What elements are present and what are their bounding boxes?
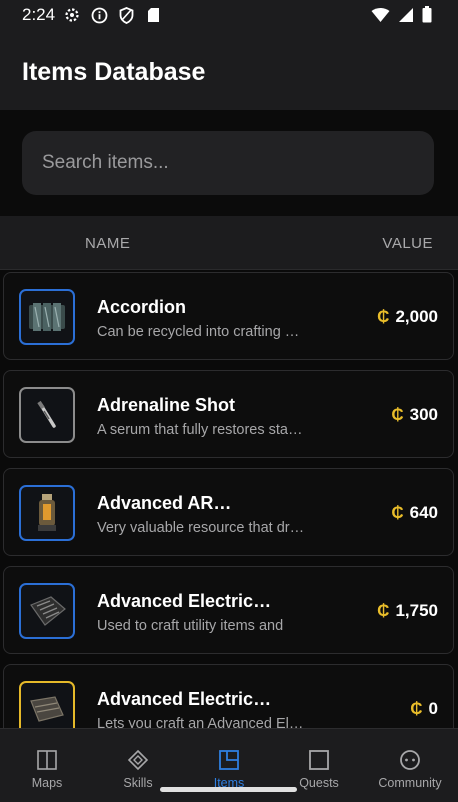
coin-icon: ₵ xyxy=(410,699,423,718)
nav-label: Skills xyxy=(123,776,153,790)
item-description: Very valuable resource that drops xyxy=(97,520,307,536)
item-value-amount: 1,750 xyxy=(395,601,438,620)
accordion-icon xyxy=(29,303,65,331)
search-bar xyxy=(0,110,458,216)
list-item[interactable]: Advanced Electric… Used to craft utility… xyxy=(3,566,454,654)
nav-label: Community xyxy=(378,776,442,790)
map-icon xyxy=(37,750,57,770)
nav-label: Maps xyxy=(31,776,63,790)
column-header-name[interactable]: NAME xyxy=(85,235,130,252)
item-name: Advanced Electric… xyxy=(97,689,272,709)
signal-icon xyxy=(398,7,414,28)
item-value: ₵ 640 xyxy=(391,503,438,523)
nav-item-community[interactable]: Community xyxy=(362,729,458,802)
quests-icon xyxy=(309,750,329,770)
circuit-board-icon xyxy=(30,596,66,626)
diamond-icon xyxy=(127,749,149,771)
column-header-value[interactable]: VALUE xyxy=(382,235,433,252)
item-name: Adrenaline Shot xyxy=(97,395,236,415)
blueprint-icon xyxy=(30,696,64,722)
item-value-amount: 300 xyxy=(409,405,438,424)
coin-icon: ₵ xyxy=(377,601,390,620)
app-header: Items Database xyxy=(0,30,458,110)
list-item[interactable]: Accordion Can be recycled into crafting … xyxy=(3,272,454,360)
item-value-amount: 0 xyxy=(428,699,438,718)
item-value: ₵ 1,750 xyxy=(377,601,438,621)
item-description: A serum that fully restores stamina xyxy=(97,422,307,438)
shield-icon xyxy=(117,6,135,24)
item-description: Used to craft utility items and xyxy=(97,618,284,634)
item-description: Can be recycled into crafting materials xyxy=(97,324,307,340)
item-name: Accordion xyxy=(97,297,187,317)
item-list[interactable]: Accordion Can be recycled into crafting … xyxy=(0,270,458,728)
gear-icon xyxy=(63,6,81,24)
status-time: 2:24 xyxy=(22,5,56,24)
coin-icon: ₵ xyxy=(391,503,404,522)
status-bar: 2:24 xyxy=(0,0,458,30)
community-icon xyxy=(400,750,420,770)
item-thumbnail xyxy=(19,583,75,639)
item-description: Lets you craft an Advanced Electrical xyxy=(97,716,307,728)
item-value-amount: 2,000 xyxy=(395,307,438,326)
page-title: Items Database xyxy=(22,58,206,86)
item-value: ₵ 2,000 xyxy=(377,307,438,327)
status-right xyxy=(371,6,432,28)
list-item[interactable]: Advanced AR… Very valuable resource that… xyxy=(3,468,454,556)
item-value-amount: 640 xyxy=(409,503,438,522)
search-input[interactable] xyxy=(22,131,434,195)
item-thumbnail xyxy=(19,681,75,728)
item-name: Advanced Electric… xyxy=(97,591,272,611)
coin-icon: ₵ xyxy=(377,307,390,326)
nav-item-maps[interactable]: Maps xyxy=(0,729,94,802)
info-icon xyxy=(90,6,108,24)
table-header: NAME VALUE xyxy=(0,216,458,270)
item-thumbnail xyxy=(19,387,75,443)
syringe-icon xyxy=(37,400,56,428)
nav-label: Quests xyxy=(299,776,339,790)
coin-icon: ₵ xyxy=(391,405,404,424)
list-item[interactable]: Adrenaline Shot A serum that fully resto… xyxy=(3,370,454,458)
item-value: ₵ 0 xyxy=(410,699,438,719)
wifi-icon xyxy=(371,7,390,28)
sd-card-icon xyxy=(144,6,162,24)
canister-icon xyxy=(38,494,56,531)
item-value: ₵ 300 xyxy=(391,405,438,425)
items-icon xyxy=(219,750,239,770)
list-item[interactable]: Advanced Electric… Lets you craft an Adv… xyxy=(3,664,454,728)
item-thumbnail xyxy=(19,289,75,345)
home-indicator[interactable] xyxy=(160,787,297,792)
battery-icon xyxy=(422,6,432,28)
item-thumbnail xyxy=(19,485,75,541)
item-name: Advanced AR… xyxy=(97,493,232,513)
